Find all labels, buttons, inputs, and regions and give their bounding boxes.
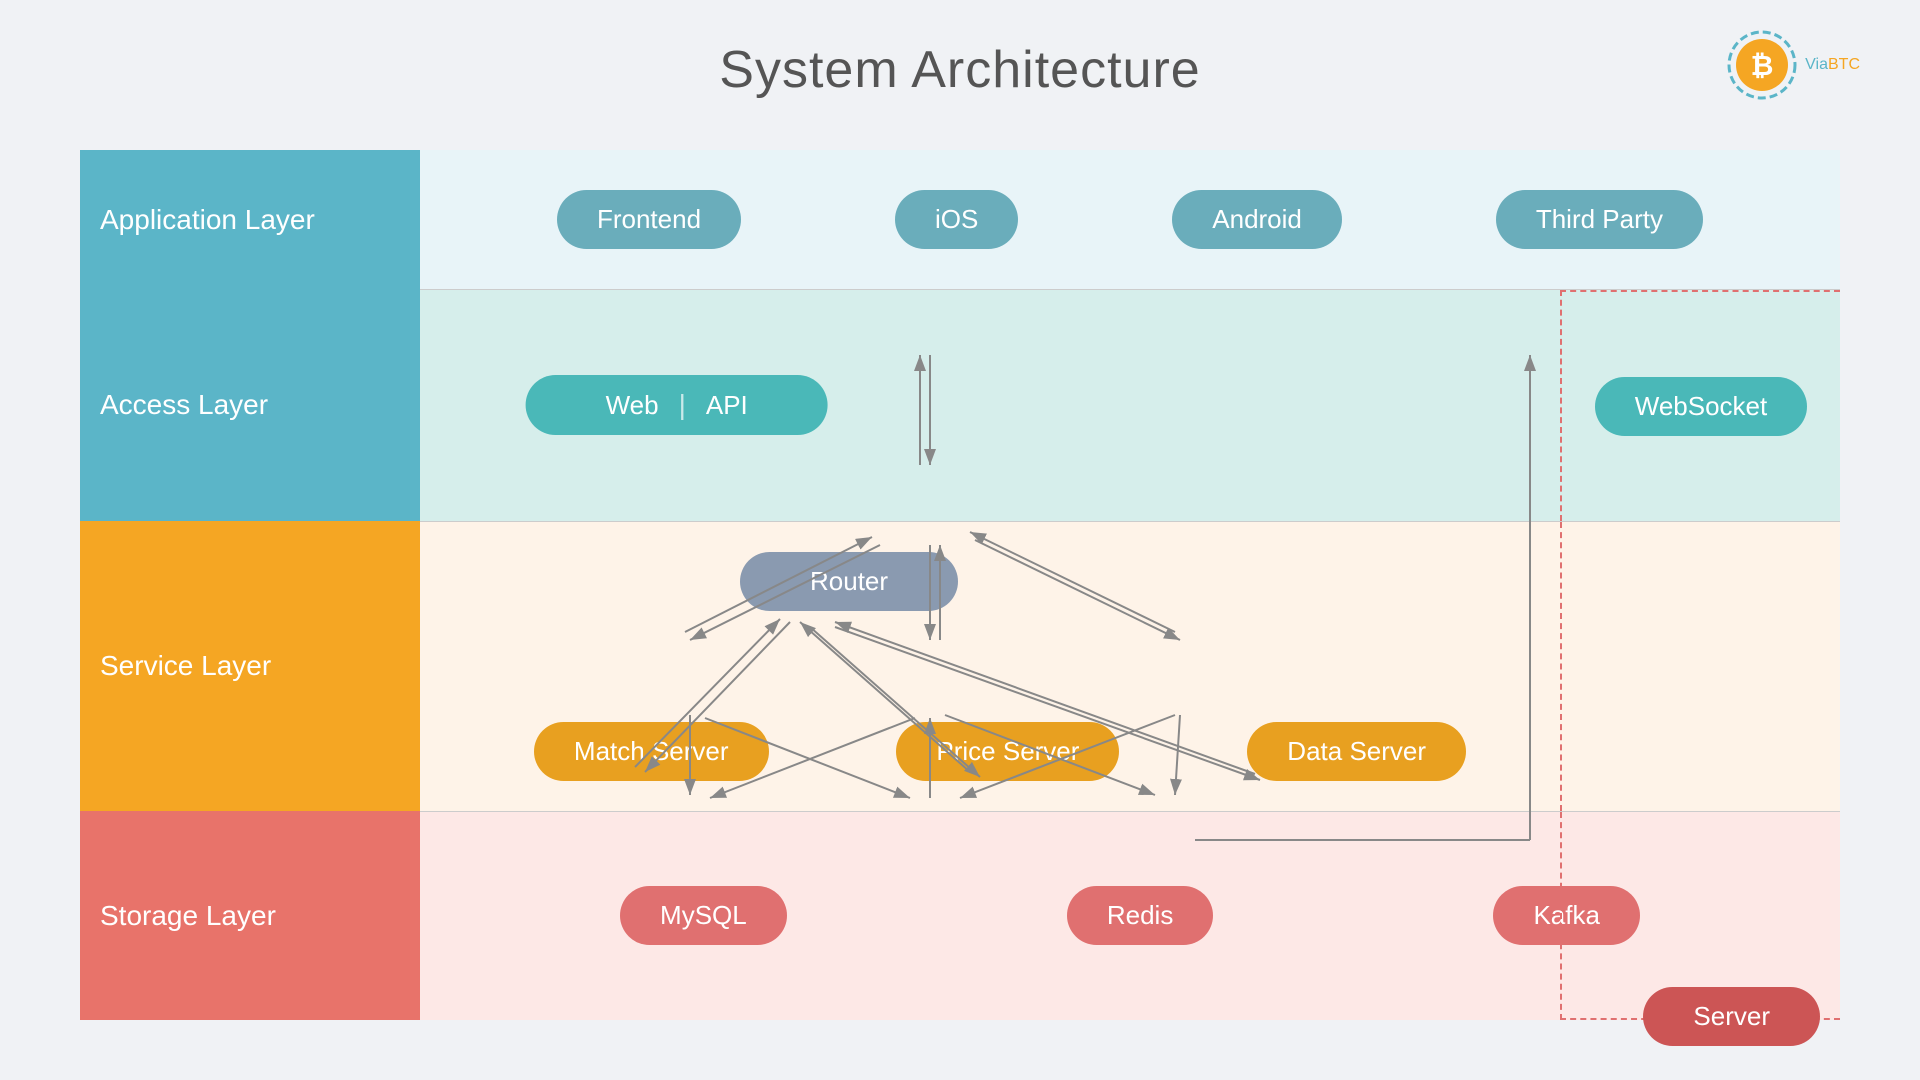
router-pill: Router [740, 552, 958, 611]
application-layer-row: Frontend iOS Android Third Party [420, 150, 1840, 290]
label-access-layer: Access Layer [80, 289, 420, 521]
service-layer-row: Router Match Server Price Server Data Se… [420, 522, 1840, 812]
web-api-pill: Web | API [526, 375, 828, 435]
router-container: Router [740, 552, 958, 611]
logo: ₿ ViaBTC [1727, 30, 1860, 100]
logo-btc: BTC [1828, 56, 1860, 73]
websocket-section: WebSocket [1560, 290, 1840, 521]
label-application-layer: Application Layer [80, 150, 420, 289]
label-storage-layer: Storage Layer [80, 811, 420, 1020]
data-server-pill: Data Server [1247, 722, 1466, 781]
ios-pill: iOS [895, 190, 1018, 249]
content-column: Frontend iOS Android Third Party Web | A… [420, 150, 1840, 1020]
third-party-pill: Third Party [1496, 190, 1703, 249]
price-server-pill: Price Server [896, 722, 1119, 781]
logo-text: ViaBTC [1805, 56, 1860, 74]
access-layer-row: Web | API WebSocket [420, 290, 1840, 522]
labels-column: Application Layer Access Layer Service L… [80, 150, 420, 1020]
svg-text:₿: ₿ [1751, 50, 1774, 81]
page-container: System Architecture ₿ ViaBTC Application… [0, 0, 1920, 1080]
service-third-area [1560, 522, 1840, 811]
diagram: Application Layer Access Layer Service L… [80, 150, 1840, 1020]
label-service-layer: Service Layer [80, 521, 420, 811]
server-pill: Server [1643, 987, 1820, 1046]
logo-via: Via [1805, 56, 1828, 73]
websocket-pill: WebSocket [1595, 377, 1807, 436]
bitcoin-logo-icon: ₿ [1727, 30, 1797, 100]
match-server-pill: Match Server [534, 722, 769, 781]
redis-pill: Redis [1067, 886, 1213, 945]
frontend-pill: Frontend [557, 190, 741, 249]
web-api-container: Web | API [526, 375, 828, 435]
storage-third-area: Server [1560, 812, 1840, 1020]
mysql-pill: MySQL [620, 886, 787, 945]
page-title: System Architecture [0, 0, 1920, 100]
android-pill: Android [1172, 190, 1342, 249]
servers-row: Match Server Price Server Data Server [470, 722, 1530, 781]
storage-layer-row: MySQL Redis Kafka Server [420, 812, 1840, 1020]
